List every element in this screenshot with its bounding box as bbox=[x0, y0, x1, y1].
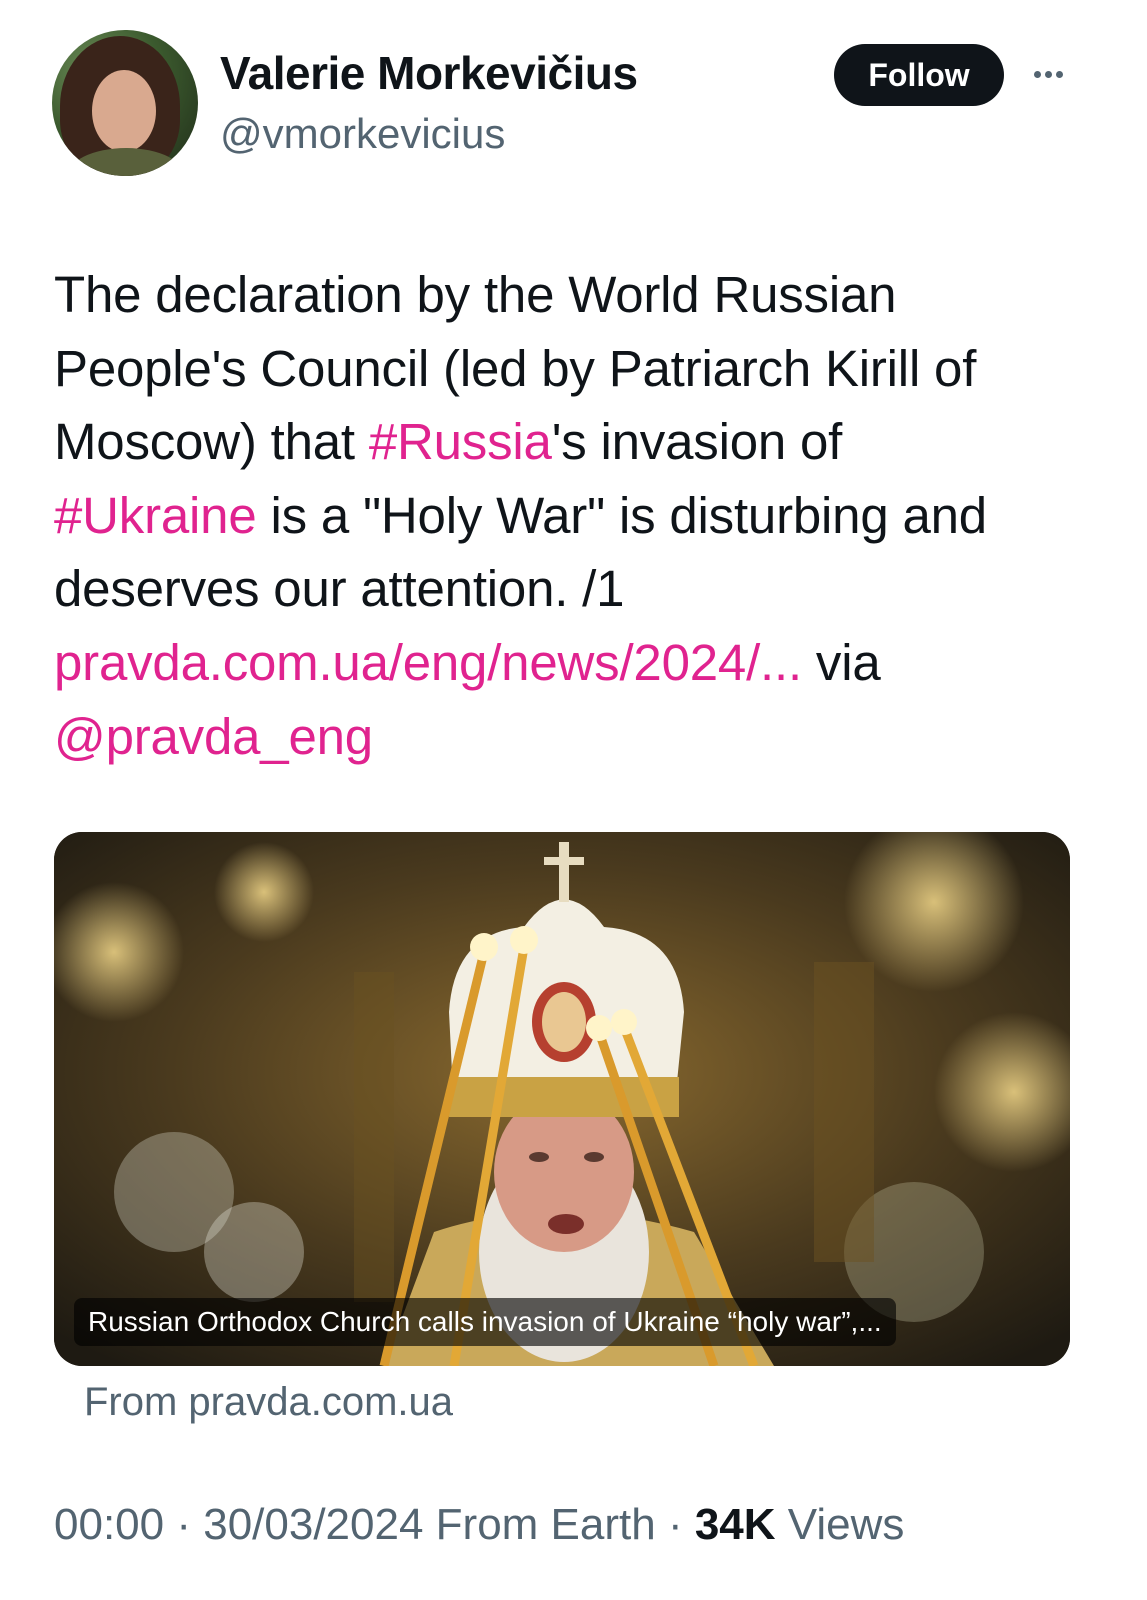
tweet-line: deserves our attention. /1 bbox=[54, 560, 625, 618]
follow-button[interactable]: Follow bbox=[834, 44, 1004, 106]
tweet-text-fragment: Moscow) that bbox=[54, 413, 369, 471]
tweet-line: @pravda_eng bbox=[54, 700, 1094, 774]
tweet-time[interactable]: 00:00 bbox=[54, 1500, 164, 1549]
card-source[interactable]: From pravda.com.ua bbox=[84, 1380, 453, 1425]
avatar-face bbox=[92, 70, 156, 152]
tweet-line: The declaration by the World Russian bbox=[54, 266, 897, 323]
tweet-text-fragment: is a "Holy War" is disturbing and bbox=[256, 486, 987, 544]
views-count: 34K bbox=[694, 1500, 776, 1549]
tweet-location: From Earth bbox=[423, 1500, 656, 1549]
separator: · bbox=[655, 1500, 695, 1549]
views-label: Views bbox=[775, 1500, 905, 1549]
tweet-meta: 00:00 · 30/03/2024 From Earth · 34K View… bbox=[54, 1500, 904, 1550]
more-horizontal-icon[interactable] bbox=[1026, 54, 1070, 94]
dot bbox=[1055, 70, 1063, 78]
link-preview-card[interactable]: Russian Orthodox Church calls invasion o… bbox=[54, 832, 1070, 1366]
dot bbox=[1033, 70, 1041, 78]
tweet-text: The declaration by the World Russian Peo… bbox=[54, 258, 1094, 773]
card-caption: Russian Orthodox Church calls invasion o… bbox=[74, 1298, 896, 1346]
separator: · bbox=[164, 1500, 204, 1549]
tweet-date[interactable]: 30/03/2024 bbox=[203, 1500, 423, 1549]
tweet-line: #Ukraine is a "Holy War" is disturbing a… bbox=[54, 479, 1094, 553]
avatar[interactable] bbox=[52, 30, 198, 176]
tweet-text-fragment: via bbox=[801, 633, 881, 691]
tweet-line: People's Council (led by Patriarch Kiril… bbox=[54, 339, 977, 397]
author-handle[interactable]: @vmorkevicius bbox=[220, 110, 505, 158]
tweet-line: Moscow) that #Russia's invasion of bbox=[54, 405, 1094, 479]
hashtag-ukraine-link[interactable]: #Ukraine bbox=[54, 487, 257, 544]
tweet-text-fragment: 's invasion of bbox=[551, 413, 843, 471]
hashtag-russia-link[interactable]: #Russia bbox=[369, 413, 552, 470]
author-name[interactable]: Valerie Morkevičius bbox=[220, 46, 638, 100]
mention-link[interactable]: @pravda_eng bbox=[54, 708, 373, 765]
dot bbox=[1044, 70, 1052, 78]
card-image bbox=[54, 832, 1070, 1366]
article-link[interactable]: pravda.com.ua/eng/news/2024/... bbox=[54, 634, 802, 691]
tweet-line: pravda.com.ua/eng/news/2024/... via bbox=[54, 626, 1094, 700]
